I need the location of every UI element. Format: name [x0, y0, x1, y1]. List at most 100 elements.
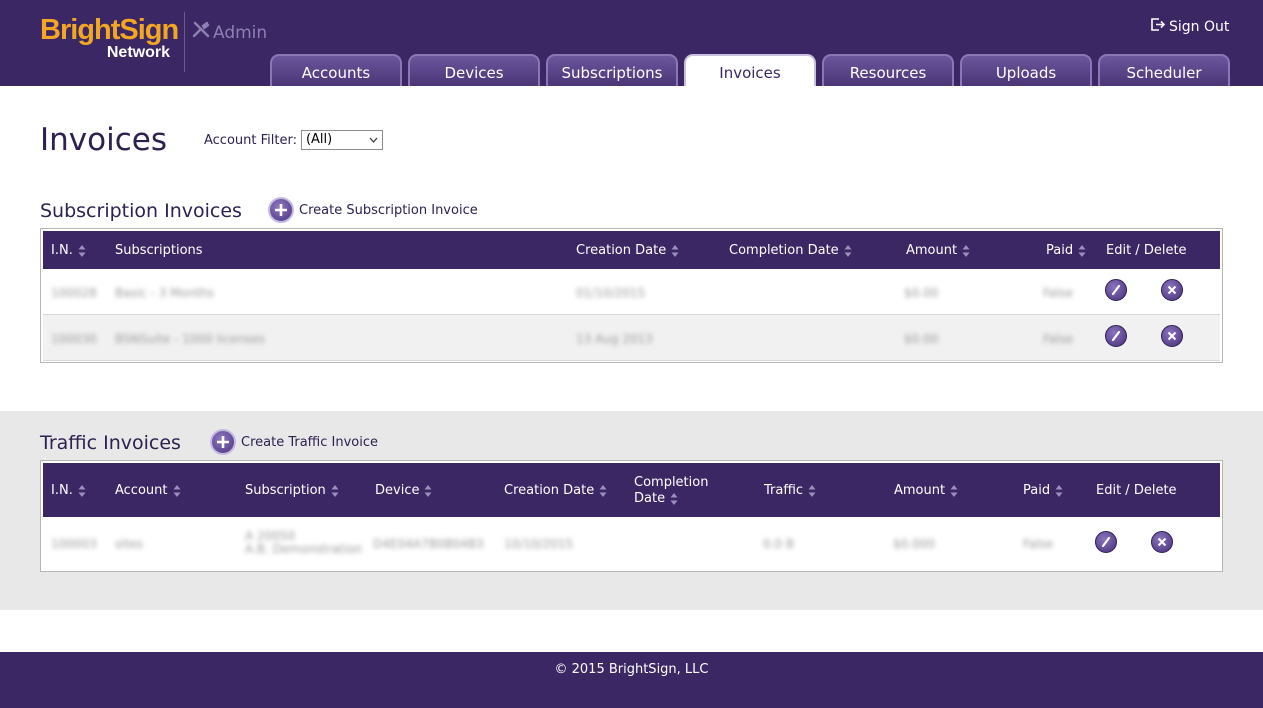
tab-scheduler[interactable]: Scheduler	[1098, 54, 1230, 86]
tab-devices[interactable]: Devices	[408, 54, 540, 86]
col-header-device-label: Device	[375, 483, 420, 498]
col-header-creation-date[interactable]: Creation Date	[504, 483, 607, 498]
sort-icon	[962, 244, 970, 257]
col-header-traffic-label: Traffic	[764, 483, 804, 498]
account-filter: Account Filter: (All)	[204, 130, 383, 150]
sort-icon	[1078, 244, 1086, 257]
table-row[interactable]: 100030 BSNSuite - 1000 licenses 13 Aug 2…	[43, 315, 1220, 361]
app-header: BrightSign Network Admin Sign Out Accoun…	[0, 0, 1263, 86]
col-header-in-label: I.N.	[51, 483, 73, 498]
sort-icon	[950, 484, 958, 497]
cell-in: 100030	[51, 332, 97, 346]
sort-icon	[78, 484, 86, 497]
col-header-subscriptions: Subscriptions	[115, 243, 203, 258]
col-header-subscription-label: Subscription	[245, 483, 326, 498]
brightsign-logo[interactable]: BrightSign Network	[40, 14, 179, 62]
edit-button[interactable]	[1105, 325, 1127, 347]
cell-paid: False	[1043, 286, 1074, 300]
tab-accounts[interactable]: Accounts	[270, 54, 402, 86]
col-header-traffic[interactable]: Traffic	[764, 483, 816, 498]
sign-out-icon	[1150, 17, 1166, 36]
table-row[interactable]: 100028 Basic - 3 Months 01/10/2015 $0.00…	[43, 269, 1220, 315]
sort-icon	[808, 484, 816, 497]
sign-out-label: Sign Out	[1169, 18, 1230, 35]
add-icon	[268, 197, 294, 223]
delete-button[interactable]	[1161, 279, 1183, 301]
close-icon	[1167, 331, 1177, 341]
cell-creation-date: 01/10/2015	[576, 286, 646, 300]
col-header-paid-label: Paid	[1023, 483, 1051, 498]
sort-icon	[331, 484, 339, 497]
tab-invoices[interactable]: Invoices	[684, 54, 816, 86]
account-filter-select[interactable]: (All)	[300, 130, 383, 150]
cell-subscription-line2: A.B. Demonstration	[245, 542, 363, 556]
pencil-icon	[1101, 536, 1111, 548]
table-header: I.N. Subscriptions Creation Date Complet…	[43, 231, 1220, 269]
cell-in: 100028	[51, 286, 97, 300]
delete-button[interactable]	[1151, 531, 1173, 553]
col-header-edit-delete-label: Edit / Delete	[1096, 483, 1177, 498]
col-header-completion-date[interactable]: Completion Date	[634, 475, 724, 507]
col-header-creation-date[interactable]: Creation Date	[576, 243, 679, 258]
col-header-edit-delete: Edit / Delete	[1106, 243, 1187, 258]
header-divider	[184, 12, 185, 72]
account-filter-label: Account Filter:	[204, 132, 297, 148]
col-header-account[interactable]: Account	[115, 483, 181, 498]
tools-icon	[192, 21, 210, 44]
col-header-in[interactable]: I.N.	[51, 483, 86, 498]
tab-resources[interactable]: Resources	[822, 54, 954, 86]
subscription-invoices-title: Subscription Invoices	[40, 200, 242, 222]
cell-traffic: 0.0 B	[763, 537, 795, 551]
sort-icon	[173, 484, 180, 497]
sort-icon	[1055, 484, 1063, 497]
pencil-icon	[1111, 330, 1121, 342]
col-header-completion-date[interactable]: Completion Date	[729, 243, 852, 258]
create-traffic-invoice-label: Create Traffic Invoice	[241, 434, 378, 450]
logo-sub-text: Network	[106, 44, 170, 61]
add-icon	[210, 429, 236, 455]
account-filter-value: (All)	[305, 132, 333, 147]
cell-account: sites	[115, 537, 143, 551]
col-header-completion-date-label: Completion Date	[729, 243, 839, 258]
cell-creation-date: 13 Aug 2013	[576, 332, 653, 346]
col-header-paid-label: Paid	[1046, 243, 1074, 258]
cell-subscription-line1: A 20050	[245, 529, 296, 543]
tab-uploads[interactable]: Uploads	[960, 54, 1092, 86]
cell-subscriptions: BSNSuite - 1000 licenses	[115, 332, 265, 346]
sort-icon	[844, 244, 852, 257]
col-header-paid[interactable]: Paid	[1023, 483, 1063, 498]
close-icon	[1157, 537, 1167, 547]
sort-icon	[671, 244, 679, 257]
sort-icon	[670, 493, 678, 505]
tab-subscriptions[interactable]: Subscriptions	[546, 54, 678, 86]
sort-icon	[424, 484, 432, 497]
chevron-down-icon	[369, 137, 378, 143]
cell-creation-date: 10/10/2015	[504, 537, 574, 551]
col-header-amount-label: Amount	[894, 483, 946, 498]
edit-button[interactable]	[1105, 279, 1127, 301]
cell-paid: False	[1043, 332, 1074, 346]
cell-amount: $0.000	[893, 537, 935, 551]
page-title: Invoices	[40, 122, 167, 158]
col-header-account-label: Account	[115, 483, 168, 498]
sign-out-link[interactable]: Sign Out	[1150, 17, 1229, 36]
admin-text: Admin	[213, 22, 268, 43]
col-header-amount[interactable]: Amount	[894, 483, 958, 498]
col-header-edit-delete: Edit / Delete	[1096, 483, 1177, 498]
table-row[interactable]: 100003 sites A 20050 A.B. Demonstration …	[43, 517, 1220, 570]
col-header-subscription[interactable]: Subscription	[245, 483, 339, 498]
col-header-device[interactable]: Device	[375, 483, 432, 498]
delete-button[interactable]	[1161, 325, 1183, 347]
create-subscription-invoice-label: Create Subscription Invoice	[299, 202, 478, 218]
col-header-edit-delete-label: Edit / Delete	[1106, 243, 1187, 258]
edit-button[interactable]	[1095, 531, 1117, 553]
col-header-in[interactable]: I.N.	[51, 243, 86, 258]
cell-in: 100003	[51, 537, 97, 551]
footer: © 2015 BrightSign, LLC	[0, 652, 1263, 708]
create-traffic-invoice-button[interactable]: Create Traffic Invoice	[210, 429, 378, 455]
cell-subscription: A 20050 A.B. Demonstration	[245, 530, 362, 556]
col-header-amount[interactable]: Amount	[906, 243, 970, 258]
create-subscription-invoice-button[interactable]: Create Subscription Invoice	[268, 197, 478, 223]
sort-icon	[599, 484, 607, 497]
col-header-paid[interactable]: Paid	[1046, 243, 1086, 258]
